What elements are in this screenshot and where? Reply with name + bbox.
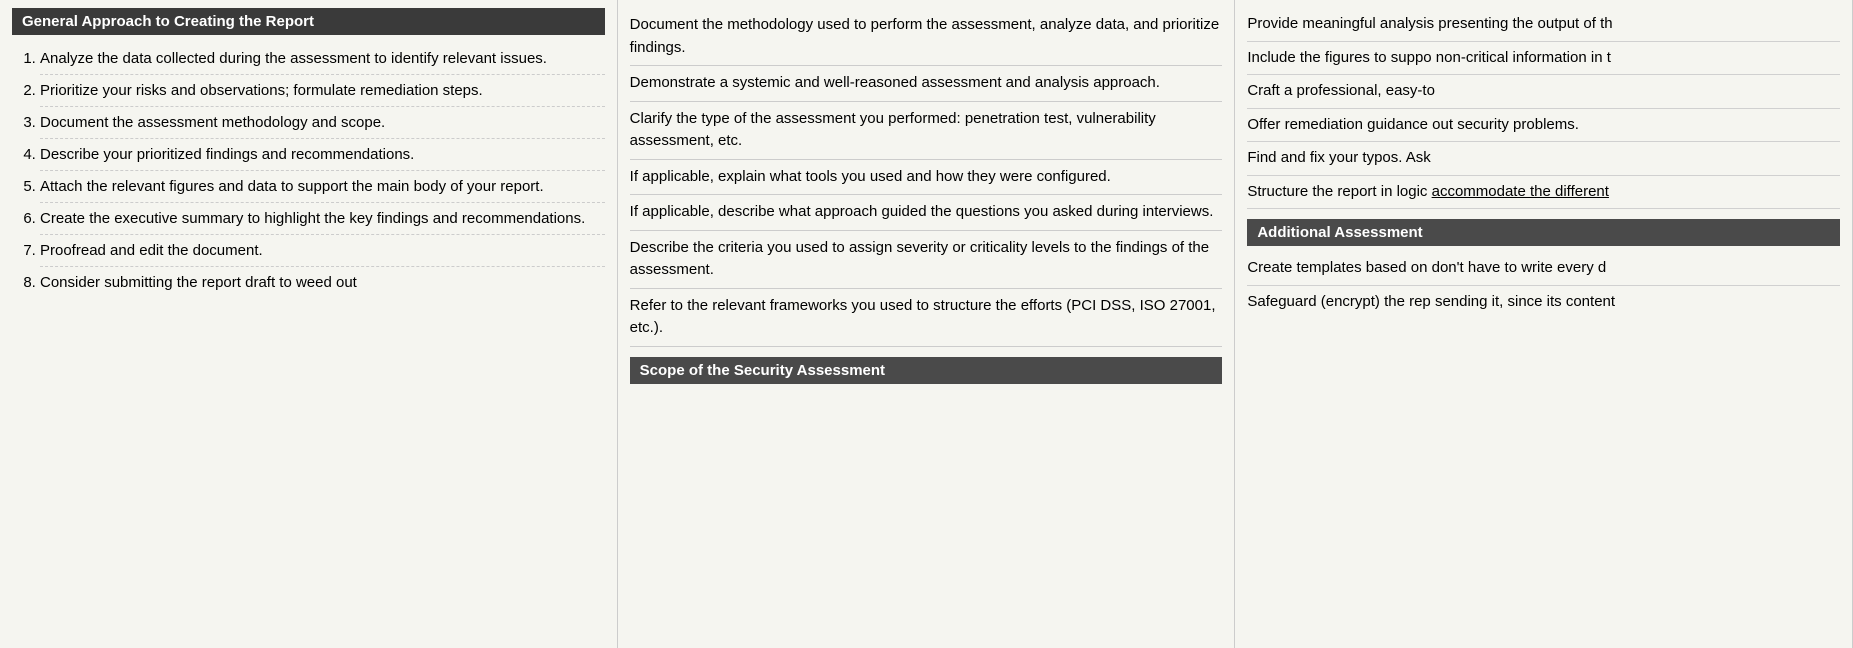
col3-block-0: Provide meaningful analysis presenting t…	[1247, 8, 1840, 42]
list-item: Document the assessment methodology and …	[40, 107, 605, 139]
list-item: Analyze the data collected during the as…	[40, 43, 605, 75]
col2-block-6: Refer to the relevant frameworks you use…	[630, 289, 1223, 347]
list-item: Prioritize your risks and observations; …	[40, 75, 605, 107]
col2-section-header: Scope of the Security Assessment	[630, 357, 1223, 384]
col2-block-2: Clarify the type of the assessment you p…	[630, 102, 1223, 160]
col3-block-4: Find and fix your typos. Ask	[1247, 142, 1840, 176]
col2-block-5: Describe the criteria you used to assign…	[630, 231, 1223, 289]
col3-section-header: Additional Assessment	[1247, 219, 1840, 246]
column-3: Provide meaningful analysis presenting t…	[1235, 0, 1853, 648]
col1-header: General Approach to Creating the Report	[12, 8, 605, 35]
list-item: Create the executive summary to highligh…	[40, 203, 605, 235]
list-item: Consider submitting the report draft to …	[40, 267, 605, 298]
col3-bottom-1: Safeguard (encrypt) the rep sending it, …	[1247, 286, 1840, 319]
col3-bottom-0: Create templates based on don't have to …	[1247, 252, 1840, 286]
column-2: Document the methodology used to perform…	[618, 0, 1236, 648]
col3-block-1: Include the figures to suppo non-critica…	[1247, 42, 1840, 76]
list-item: Proofread and edit the document.	[40, 235, 605, 267]
col1-list: Analyze the data collected during the as…	[12, 43, 605, 298]
col2-block-0: Document the methodology used to perform…	[630, 8, 1223, 66]
col2-block-3: If applicable, explain what tools you us…	[630, 160, 1223, 196]
column-1: General Approach to Creating the Report …	[0, 0, 618, 648]
col2-block-1: Demonstrate a systemic and well-reasoned…	[630, 66, 1223, 102]
col3-block-3: Offer remediation guidance out security …	[1247, 109, 1840, 143]
col2-block-4: If applicable, describe what approach gu…	[630, 195, 1223, 231]
col3-underlined-text: accommodate the different	[1432, 183, 1609, 200]
list-item: Describe your prioritized findings and r…	[40, 139, 605, 171]
list-item: Attach the relevant figures and data to …	[40, 171, 605, 203]
col3-block-5: Structure the report in logic accommodat…	[1247, 176, 1840, 210]
col3-block-2: Craft a professional, easy-to	[1247, 75, 1840, 109]
